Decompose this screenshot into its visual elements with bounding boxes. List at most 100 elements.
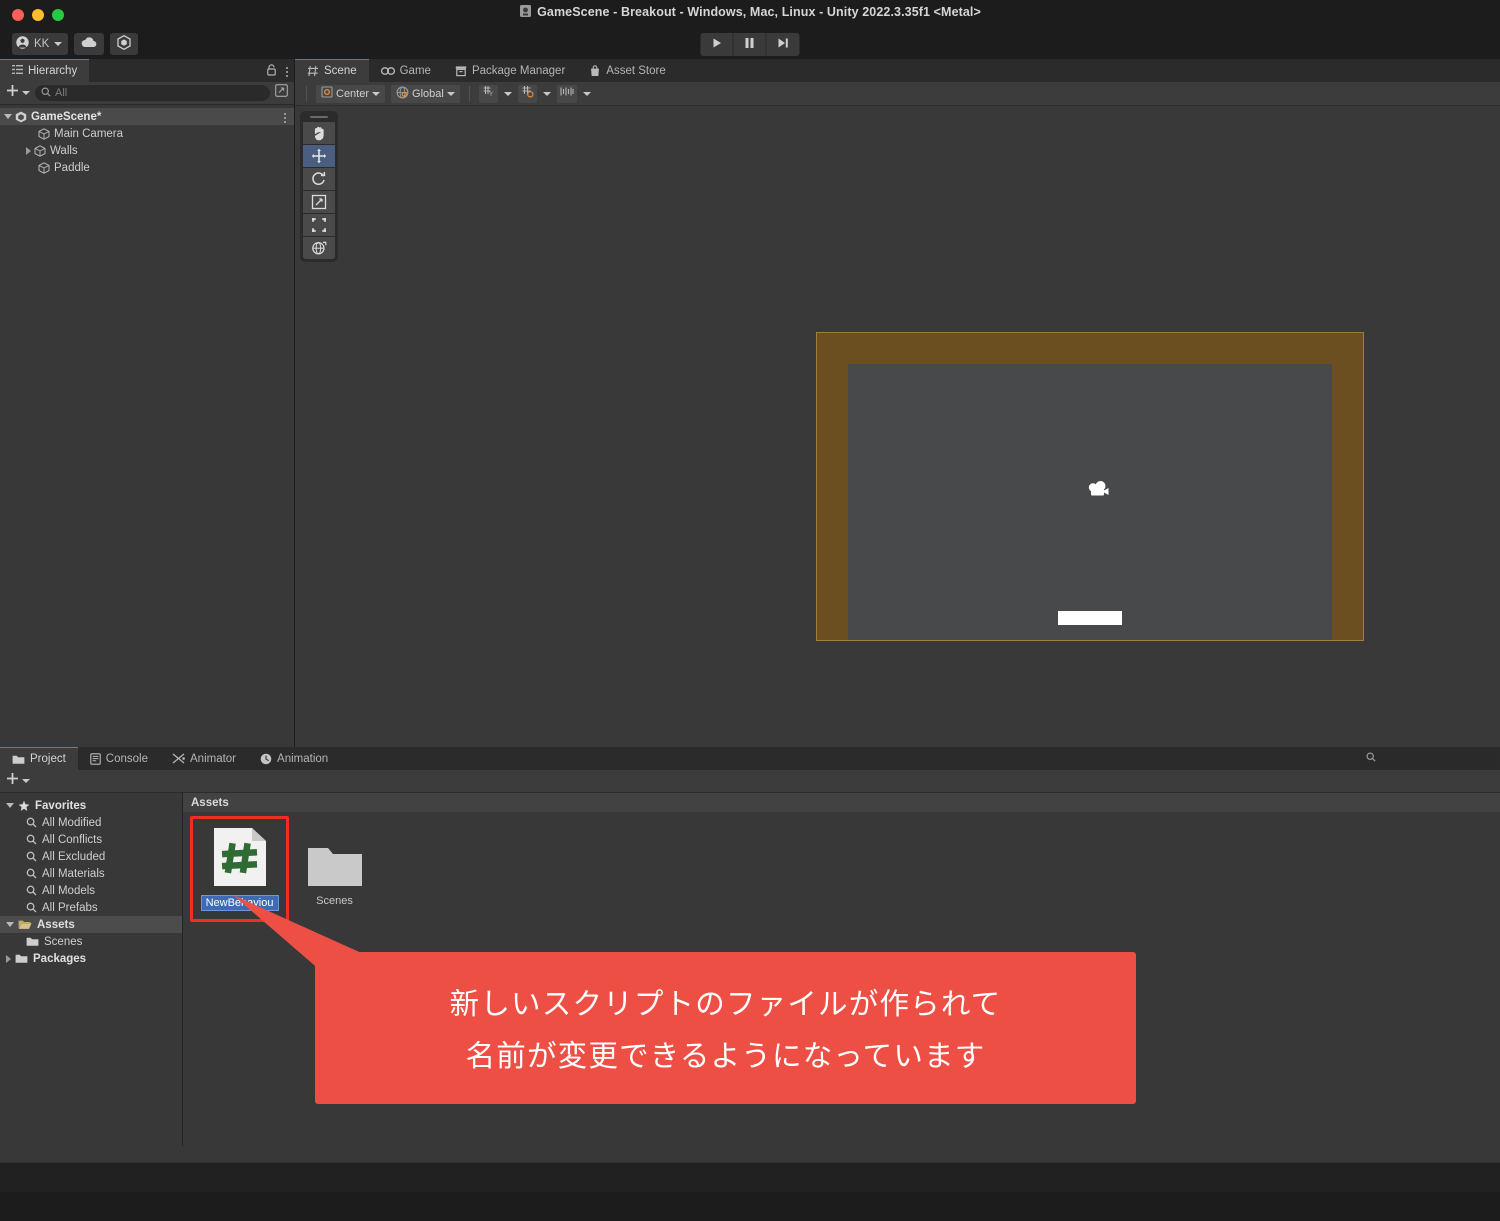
hierarchy-menu-icon[interactable] xyxy=(286,67,288,77)
pivot-mode-button[interactable]: Center xyxy=(316,84,386,103)
tab-animation[interactable]: Animation xyxy=(248,747,340,770)
unity-services-icon xyxy=(117,34,131,53)
palette-drag-handle[interactable] xyxy=(310,116,328,118)
store-bag-icon xyxy=(589,64,601,77)
search-icon xyxy=(26,868,37,879)
scene-toolbar: Center Global Y xyxy=(295,82,1500,106)
csharp-script-icon xyxy=(212,826,268,888)
handle-space-button[interactable]: Global xyxy=(391,84,460,103)
services-button[interactable] xyxy=(110,33,139,55)
project-tree-item-all-modified[interactable]: All Modified xyxy=(0,814,182,831)
project-tree-item-packages[interactable]: Packages xyxy=(0,950,182,967)
breadcrumb: Assets xyxy=(183,793,1500,812)
pause-button[interactable] xyxy=(733,33,767,56)
hand-tool-button[interactable] xyxy=(303,122,335,144)
clock-icon xyxy=(260,753,272,765)
pause-icon xyxy=(745,36,755,54)
chevron-down-icon[interactable] xyxy=(503,91,512,96)
grid-snap-icon xyxy=(521,85,534,103)
rotate-tool-button[interactable] xyxy=(303,168,335,190)
chevron-down-icon[interactable] xyxy=(582,91,591,96)
scale-tool-button[interactable] xyxy=(303,191,335,213)
gameobject-cube-icon xyxy=(38,161,50,174)
step-button[interactable] xyxy=(766,33,800,56)
project-tree-item-all-models[interactable]: All Models xyxy=(0,882,182,899)
create-asset-button[interactable] xyxy=(6,772,30,790)
playmode-controls[interactable] xyxy=(700,33,800,56)
console-icon xyxy=(90,752,101,765)
project-tree-item-scenes[interactable]: Scenes xyxy=(0,933,182,950)
expand-icon[interactable] xyxy=(275,84,288,102)
scene-grid-icon xyxy=(307,65,319,77)
plus-icon xyxy=(6,84,19,102)
add-gameobject-button[interactable] xyxy=(6,84,30,102)
camera-gizmo-icon[interactable] xyxy=(1085,480,1111,500)
rect-tool-button[interactable] xyxy=(303,214,335,236)
paddle-object[interactable] xyxy=(1058,611,1122,625)
package-icon xyxy=(455,65,467,77)
pivot-mode-label: Center xyxy=(336,87,370,100)
account-button[interactable]: KK xyxy=(12,33,69,55)
tab-game[interactable]: Game xyxy=(369,59,443,82)
snap-increment-button[interactable] xyxy=(556,84,577,103)
hierarchy-node-gamescene[interactable]: GameScene* xyxy=(0,108,294,125)
scene-panel: Scene Game Package Manager Asset Store Cent… xyxy=(295,59,1500,747)
tab-animator[interactable]: Animator xyxy=(160,747,248,770)
unity-scene-icon xyxy=(15,111,27,123)
play-icon xyxy=(711,36,722,54)
tab-label: Asset Store xyxy=(606,64,666,77)
project-tree-item-all-prefabs[interactable]: All Prefabs xyxy=(0,899,182,916)
main-toolbar: KK xyxy=(0,30,1500,59)
node-menu-icon[interactable] xyxy=(284,113,286,123)
expander-closed-icon[interactable] xyxy=(26,146,31,155)
project-tree-item-favorites[interactable]: Favorites xyxy=(0,797,182,814)
callout-line-1: 新しいスクリプトのファイルが作られて xyxy=(449,987,1002,1021)
tab-asset-store[interactable]: Asset Store xyxy=(577,59,677,82)
project-tree-label: Assets xyxy=(37,918,75,931)
tab-hierarchy[interactable]: Hierarchy xyxy=(0,59,90,82)
pivot-center-icon xyxy=(321,86,333,101)
search-icon xyxy=(26,885,37,896)
project-tabstrip: Project Console Animator Animation xyxy=(0,747,1500,770)
play-button[interactable] xyxy=(700,33,734,56)
cloud-button[interactable] xyxy=(74,33,105,55)
expander-open-icon[interactable] xyxy=(6,922,14,927)
hierarchy-node-paddle[interactable]: Paddle xyxy=(0,159,294,176)
project-tree-label: All Excluded xyxy=(42,850,106,863)
project-tree-item-all-excluded[interactable]: All Excluded xyxy=(0,848,182,865)
tab-label: Scene xyxy=(324,65,357,77)
tab-console[interactable]: Console xyxy=(78,747,160,770)
hierarchy-search-input[interactable]: All xyxy=(35,85,270,101)
expander-closed-icon[interactable] xyxy=(6,954,11,963)
project-tree-item-all-materials[interactable]: All Materials xyxy=(0,865,182,882)
play-area xyxy=(848,364,1332,640)
person-icon xyxy=(16,36,29,52)
expander-open-icon[interactable] xyxy=(4,114,12,119)
grid-snap-button[interactable] xyxy=(517,84,537,103)
grid-axis-button[interactable]: Y xyxy=(478,84,498,103)
project-tree-item-all-conflicts[interactable]: All Conflicts xyxy=(0,831,182,848)
move-tool-button[interactable] xyxy=(303,145,335,167)
hierarchy-node-label: Walls xyxy=(50,144,78,157)
folder-icon xyxy=(15,953,28,964)
hierarchy-node-label: GameScene* xyxy=(31,110,102,123)
tab-project[interactable]: Project xyxy=(0,747,78,770)
project-tree-label: Scenes xyxy=(44,935,83,948)
hierarchy-node-maincamera[interactable]: Main Camera xyxy=(0,125,294,142)
transform-tool-button[interactable] xyxy=(303,237,335,259)
chevron-down-icon[interactable] xyxy=(542,91,551,96)
chevron-down-icon xyxy=(372,91,381,96)
project-search-input[interactable] xyxy=(1360,750,1496,766)
project-tree-label: Favorites xyxy=(35,799,87,812)
tab-package-manager[interactable]: Package Manager xyxy=(443,59,577,82)
hierarchy-node-walls[interactable]: Walls xyxy=(0,142,294,159)
scene-tool-palette xyxy=(300,111,338,262)
project-tree-label: All Materials xyxy=(42,867,105,880)
step-icon xyxy=(778,36,789,54)
walls-object[interactable] xyxy=(816,332,1364,641)
scene-viewport[interactable] xyxy=(295,106,1500,747)
expander-open-icon[interactable] xyxy=(6,803,14,808)
project-tree-item-assets[interactable]: Assets xyxy=(0,916,182,933)
tab-scene[interactable]: Scene xyxy=(295,59,369,82)
lock-icon[interactable] xyxy=(266,63,277,81)
